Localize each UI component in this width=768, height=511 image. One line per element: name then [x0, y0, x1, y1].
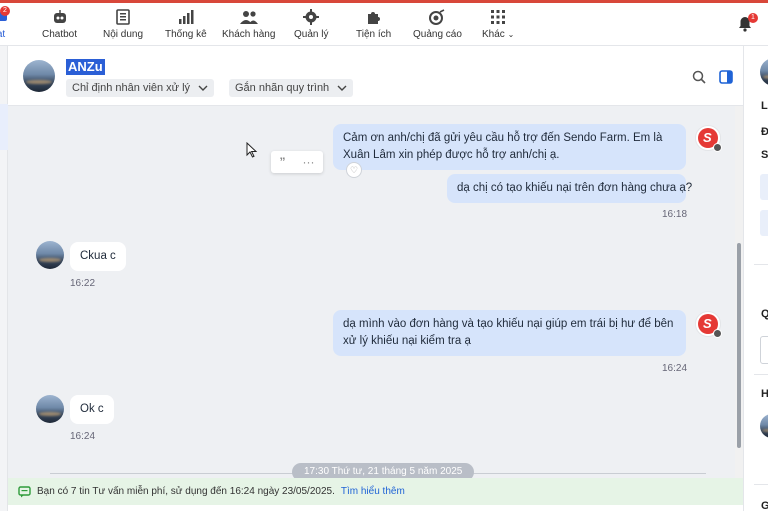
message-list[interactable]: Cảm ơn anh/chị đã gửi yêu cầu hỗ trợ đến…: [8, 106, 743, 478]
panel-label-fragment: H: [761, 388, 768, 400]
panel-divider: [754, 264, 768, 265]
panel-field[interactable]: [760, 210, 768, 236]
brand-avatar: [695, 125, 722, 152]
nav-item-chat[interactable]: at 2: [0, 6, 10, 44]
scrollbar-thumb[interactable]: [737, 243, 741, 448]
heart-reaction-icon[interactable]: ♡: [346, 162, 362, 178]
process-tag-dropdown[interactable]: Gắn nhãn quy trình: [229, 79, 354, 97]
customer-info-panel: Li Đ Sc Q H G: [743, 46, 768, 511]
panel-divider: [754, 374, 768, 375]
conversation-header: ANZu Chỉ định nhân viên xử lý Gắn nhãn q…: [8, 46, 743, 106]
message-time: 16:24: [662, 363, 688, 374]
panel-user-avatar: [760, 414, 768, 438]
toggle-sidepanel-icon[interactable]: [719, 70, 733, 89]
chevron-down-icon: [337, 85, 347, 91]
puzzle-icon: [366, 8, 382, 26]
top-navigation-bar: at 2 Chatbot Nội dung Thống kê Khách hàn…: [0, 0, 768, 46]
more-options-icon[interactable]: ···: [303, 155, 315, 169]
nav-item-content[interactable]: Nội dung: [103, 8, 143, 44]
panel-label-fragment: Li: [761, 100, 768, 112]
customer-panel-avatar: [760, 58, 768, 86]
search-icon[interactable]: [692, 70, 706, 89]
selected-conversation-highlight: [0, 104, 8, 150]
nav-item-statistics[interactable]: Thống kê: [165, 8, 207, 44]
panel-label-fragment: Q: [761, 308, 768, 320]
robot-icon: [52, 8, 68, 26]
panel-divider: [754, 484, 768, 485]
chevron-down-icon: ⌄: [507, 30, 515, 39]
chevron-down-icon: [198, 85, 208, 91]
message-bubble-outgoing[interactable]: Cảm ơn anh/chị đã gửi yêu cầu hỗ trợ đến…: [333, 124, 686, 170]
assign-staff-dropdown[interactable]: Chỉ định nhân viên xử lý: [66, 79, 215, 97]
satellite-dish-icon: [428, 8, 446, 26]
brand-avatar: [695, 311, 722, 338]
panel-label-fragment: Đ: [761, 126, 768, 138]
top-accent-line: [0, 0, 768, 3]
nav-item-ads[interactable]: Quảng cáo: [413, 8, 462, 44]
date-separator: 17:30 Thứ tư, 21 tháng 5 năm 2025: [292, 463, 475, 478]
message-bubble-incoming[interactable]: Ckua c: [70, 242, 126, 271]
panel-input[interactable]: [760, 336, 768, 364]
gear-icon: [303, 8, 320, 26]
message-time: 16:18: [662, 209, 688, 220]
quote-icon[interactable]: ”: [280, 155, 286, 169]
message-bubble-outgoing[interactable]: dạ mình vào đơn hàng và tạo khiếu nại gi…: [333, 310, 686, 356]
message-icon: [18, 485, 31, 497]
chat-scrollbar[interactable]: [735, 106, 743, 478]
message-bubble-incoming[interactable]: Ok c: [70, 395, 114, 424]
contact-avatar: [36, 395, 64, 423]
nav-more-label: Khác: [482, 29, 505, 40]
contact-avatar[interactable]: [23, 60, 55, 92]
bar-chart-icon: [178, 8, 194, 26]
mouse-cursor-icon: [246, 142, 258, 158]
nav-item-management[interactable]: Quản lý: [294, 8, 328, 44]
learn-more-link[interactable]: Tìm hiểu thêm: [341, 486, 405, 497]
users-icon: [239, 8, 258, 26]
message-bubble-outgoing[interactable]: dạ chị có tạo khiếu nại trên đơn hàng ch…: [447, 174, 692, 203]
message-time: 16:24: [70, 431, 96, 442]
panel-label-fragment: Sc: [761, 149, 768, 161]
chat-badge: 2: [0, 6, 10, 16]
nav-item-chatbot[interactable]: Chatbot: [42, 8, 77, 44]
contact-avatar: [36, 241, 64, 269]
nav-item-customers[interactable]: Khách hàng: [222, 8, 275, 44]
nav-item-more[interactable]: Khác ⌄: [482, 8, 514, 44]
notice-text: Bạn có 7 tin Tư vấn miễn phí, sử dụng đế…: [37, 486, 335, 497]
nav-item-utilities[interactable]: Tiện ích: [356, 8, 391, 44]
document-icon: [116, 8, 130, 26]
process-tag-label: Gắn nhãn quy trình: [235, 82, 330, 94]
panel-field[interactable]: [760, 174, 768, 200]
panel-label-fragment: G: [761, 500, 768, 511]
conversation-list-edge[interactable]: [0, 46, 8, 511]
free-consult-notice: Bạn có 7 tin Tư vấn miễn phí, sử dụng đế…: [8, 478, 743, 505]
notification-badge: 1: [748, 13, 758, 23]
message-actions-toolbar: ” ···: [271, 151, 323, 173]
message-time: 16:22: [70, 278, 96, 289]
contact-name[interactable]: ANZu: [66, 59, 105, 75]
grid-icon: [491, 8, 506, 26]
assign-staff-label: Chỉ định nhân viên xử lý: [72, 82, 191, 94]
bell-icon[interactable]: 1: [738, 13, 758, 37]
